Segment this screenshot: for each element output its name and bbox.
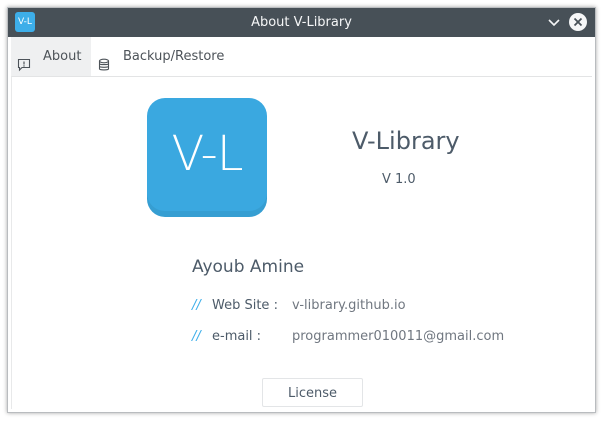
app-version: V 1.0 <box>382 172 416 187</box>
tab-backup-restore-label: Backup/Restore <box>123 49 225 64</box>
chevron-down-icon <box>548 19 560 27</box>
logo-text: V-L <box>171 126 243 182</box>
app-logo: V-L <box>147 98 267 217</box>
tab-backup-restore[interactable]: Backup/Restore <box>91 37 236 76</box>
row-marker: // <box>192 298 201 313</box>
title-bar[interactable]: V-L About V-Library <box>8 8 595 37</box>
about-dialog: V-L About V-Library About Backup/Restore… <box>7 7 596 413</box>
tab-about-label: About <box>43 49 82 64</box>
database-icon <box>97 49 111 71</box>
email-value[interactable]: programmer010011@gmail.com <box>292 329 504 344</box>
email-label: e-mail : <box>212 329 262 344</box>
author-name: Ayoub Amine <box>192 257 305 277</box>
info-icon <box>17 49 31 72</box>
tab-bar: About Backup/Restore <box>8 37 595 76</box>
window-title: About V-Library <box>251 15 352 30</box>
website-value[interactable]: v-library.github.io <box>292 298 406 313</box>
app-name: V-Library <box>352 127 460 155</box>
minimize-button[interactable] <box>547 15 561 29</box>
tab-about[interactable]: About <box>11 37 91 76</box>
row-marker: // <box>192 329 201 344</box>
close-icon <box>573 17 583 27</box>
website-label: Web Site : <box>212 298 278 313</box>
license-button[interactable]: License <box>262 378 363 407</box>
about-panel: V-L V-Library V 1.0 Ayoub Amine // Web S… <box>11 76 592 409</box>
close-button[interactable] <box>569 13 587 31</box>
